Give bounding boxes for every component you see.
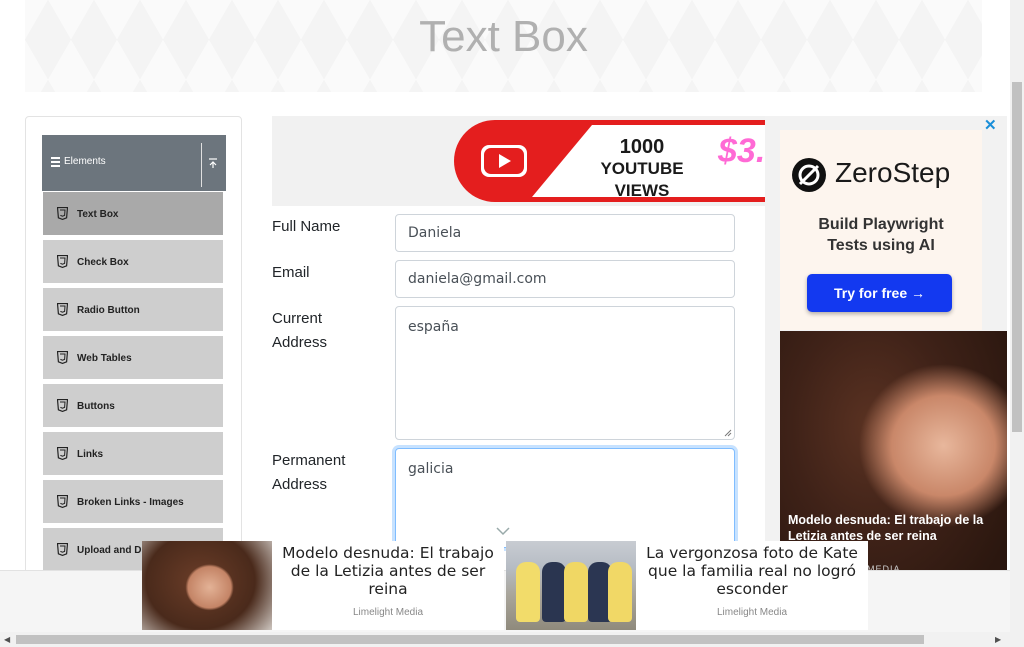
- vertical-scroll-thumb[interactable]: [1012, 82, 1022, 432]
- full-name-label: Full Name: [272, 218, 341, 235]
- sidebar-item-label: Web Tables: [77, 353, 132, 364]
- sidebar-panel: Elements Text Box Check Box Radio Button…: [25, 116, 242, 586]
- permanent-address-label: Permanent Address: [272, 449, 345, 497]
- scroll-left-icon[interactable]: ◀: [4, 635, 10, 644]
- html5-icon: [57, 543, 68, 556]
- html5-icon: [57, 447, 68, 460]
- html5-icon: [57, 495, 68, 508]
- page: Text Box Elements Text Box Check Box Rad…: [0, 0, 1024, 647]
- chevron-down-icon[interactable]: [495, 526, 511, 536]
- tagline-line: Tests using AI: [827, 237, 935, 254]
- html5-icon: [57, 207, 68, 220]
- ad-price: $3.9: [718, 132, 766, 170]
- sidebar-item-check-box[interactable]: Check Box: [43, 240, 223, 284]
- figure-shape: [516, 562, 540, 622]
- sidebar-item-label: Text Box: [77, 209, 119, 220]
- email-label: Email: [272, 264, 310, 281]
- group-title: Elements: [64, 156, 106, 167]
- side-ad-caption[interactable]: Modelo desnuda: El trabajo de la Letizia…: [788, 512, 1010, 544]
- try-for-free-button[interactable]: Try for free →: [807, 274, 952, 312]
- zerostep-ad[interactable]: ZeroStep Build Playwright Tests using AI…: [780, 130, 982, 330]
- sidebar-item-broken-links[interactable]: Broken Links - Images: [43, 480, 223, 524]
- ad-headline: 1000 YOUTUBE VIEWS: [577, 136, 707, 202]
- sidebar-item-label: Links: [77, 449, 104, 460]
- youtube-logo-icon: [481, 145, 527, 177]
- sidebar-item-label: Broken Links - Images: [77, 497, 184, 508]
- html5-icon: [57, 351, 68, 364]
- label-line: Address: [272, 334, 328, 351]
- sidebar-item-buttons[interactable]: Buttons: [43, 384, 223, 428]
- scroll-right-icon[interactable]: ▶: [995, 635, 1001, 644]
- full-name-input[interactable]: Daniela: [395, 214, 735, 252]
- textarea-value: españa: [408, 319, 459, 335]
- sidebar-item-links[interactable]: Links: [43, 432, 223, 476]
- textarea-value: galicia: [408, 461, 454, 477]
- header-divider: [201, 143, 202, 187]
- current-address-label: Current Address: [272, 307, 327, 355]
- sidebar-item-label: Upload and D: [77, 545, 142, 556]
- html5-icon: [57, 255, 68, 268]
- bottom-ad-2[interactable]: La vergonzosa foto de Kate que la famili…: [506, 541, 868, 630]
- ad-line-2: YOUTUBE VIEWS: [600, 159, 684, 200]
- bottom-ad-thumbnail: [506, 541, 636, 630]
- resize-handle-icon[interactable]: [724, 429, 732, 437]
- youtube-views-ad[interactable]: 1000 YOUTUBE VIEWS $3.9: [272, 116, 766, 206]
- label-line: Current: [272, 310, 323, 327]
- figure-shape: [564, 562, 588, 622]
- tagline-line: Build Playwright: [818, 216, 944, 233]
- bottom-ad-thumbnail: [142, 541, 272, 630]
- sidebar-item-text-box[interactable]: Text Box: [43, 192, 223, 236]
- close-ad-icon[interactable]: ✕: [984, 116, 997, 134]
- figure-shape: [542, 562, 566, 622]
- current-address-textarea[interactable]: españa: [395, 306, 735, 440]
- bottom-ad-title: Modelo desnuda: El trabajo de la Letizia…: [282, 544, 494, 598]
- sidebar-item-label: Buttons: [77, 401, 115, 412]
- vertical-scrollbar[interactable]: [1010, 0, 1024, 632]
- sidebar-item-label: Check Box: [77, 257, 129, 268]
- sidebar-item-web-tables[interactable]: Web Tables: [43, 336, 223, 380]
- bottom-ad-source: Limelight Media: [352, 607, 424, 618]
- elements-group-header[interactable]: Elements: [42, 135, 226, 191]
- header-banner: Text Box: [25, 0, 982, 92]
- menu-icon: [51, 157, 60, 169]
- html5-icon: [57, 303, 68, 316]
- label-line: Permanent: [272, 452, 346, 469]
- ad-line-1: 1000: [619, 136, 665, 158]
- email-input[interactable]: daniela@gmail.com: [395, 260, 735, 298]
- sidebar-item-radio-button[interactable]: Radio Button: [43, 288, 223, 332]
- html5-icon: [57, 399, 68, 412]
- page-title: Text Box: [419, 12, 588, 61]
- bottom-ad-1[interactable]: Modelo desnuda: El trabajo de la Letizia…: [142, 541, 504, 630]
- label-line: Address: [272, 476, 328, 493]
- zerostep-tagline: Build Playwright Tests using AI: [780, 214, 982, 256]
- horizontal-scroll-thumb[interactable]: [16, 635, 924, 644]
- horizontal-scrollbar[interactable]: ◀ ▶: [0, 632, 1024, 647]
- zerostep-logo-icon: [792, 158, 826, 192]
- zerostep-brand: ZeroStep: [835, 157, 951, 188]
- sidebar-item-label: Radio Button: [77, 305, 140, 316]
- collapse-up-icon[interactable]: [206, 156, 220, 170]
- bottom-ad-title: La vergonzosa foto de Kate que la famili…: [646, 544, 858, 598]
- permanent-address-textarea[interactable]: galicia: [395, 448, 735, 548]
- bottom-ad-source: Limelight Media: [716, 607, 788, 618]
- figure-shape: [608, 562, 632, 622]
